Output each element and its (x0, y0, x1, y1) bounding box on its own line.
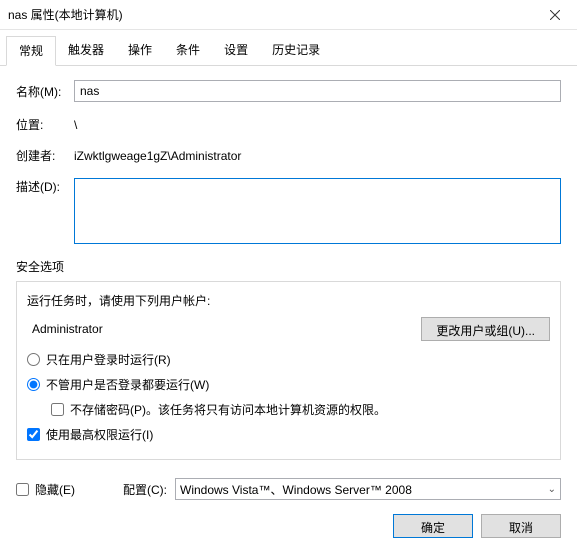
name-label: 名称(M): (16, 83, 74, 100)
radio-logged-on-input[interactable] (27, 353, 40, 366)
creator-label: 创建者: (16, 147, 74, 164)
location-label: 位置: (16, 116, 74, 133)
security-section-title: 安全选项 (16, 258, 561, 275)
name-input[interactable] (74, 80, 561, 102)
checkbox-highest-privileges[interactable]: 使用最高权限运行(I) (27, 426, 550, 443)
ok-button[interactable]: 确定 (393, 514, 473, 538)
close-icon (550, 10, 560, 20)
location-value: \ (74, 118, 561, 132)
run-as-label: 运行任务时，请使用下列用户帐户: (27, 292, 550, 309)
tab-actions[interactable]: 操作 (116, 36, 164, 65)
no-store-password-input[interactable] (51, 403, 64, 416)
highest-priv-input[interactable] (27, 428, 40, 441)
tab-general[interactable]: 常规 (6, 36, 56, 66)
tab-strip: 常规 触发器 操作 条件 设置 历史记录 (0, 32, 577, 66)
window-titlebar: nas 属性(本地计算机) (0, 0, 577, 30)
tab-content: 名称(M): 位置: \ 创建者: iZwktlgweage1gZ\Admini… (0, 66, 577, 468)
radio-always-input[interactable] (27, 378, 40, 391)
configure-label: 配置(C): (123, 481, 167, 498)
tab-conditions[interactable]: 条件 (164, 36, 212, 65)
creator-value: iZwktlgweage1gZ\Administrator (74, 149, 561, 163)
description-label: 描述(D): (16, 178, 74, 195)
security-options-group: 运行任务时，请使用下列用户帐户: Administrator 更改用户或组(U)… (16, 281, 561, 460)
tab-history[interactable]: 历史记录 (260, 36, 332, 65)
checkbox-hidden[interactable]: 隐藏(E) (16, 481, 75, 498)
bottom-options-row: 隐藏(E) 配置(C): Windows Vista™、Windows Serv… (0, 468, 577, 500)
configure-value: Windows Vista™、Windows Server™ 2008 (180, 481, 412, 498)
description-input[interactable] (74, 178, 561, 244)
configure-select[interactable]: Windows Vista™、Windows Server™ 2008 ⌄ (175, 478, 561, 500)
tab-triggers[interactable]: 触发器 (56, 36, 116, 65)
account-display: Administrator (27, 318, 413, 340)
radio-run-always[interactable]: 不管用户是否登录都要运行(W) (27, 376, 550, 393)
hidden-input[interactable] (16, 483, 29, 496)
chevron-down-icon: ⌄ (548, 484, 556, 495)
window-title: nas 属性(本地计算机) (8, 6, 532, 23)
radio-logged-on-only[interactable]: 只在用户登录时运行(R) (27, 351, 550, 368)
change-user-button[interactable]: 更改用户或组(U)... (421, 317, 550, 341)
checkbox-no-store-password[interactable]: 不存储密码(P)。该任务将只有访问本地计算机资源的权限。 (51, 401, 550, 418)
dialog-footer: 确定 取消 (0, 500, 577, 552)
cancel-button[interactable]: 取消 (481, 514, 561, 538)
close-button[interactable] (532, 0, 577, 30)
tab-settings[interactable]: 设置 (212, 36, 260, 65)
